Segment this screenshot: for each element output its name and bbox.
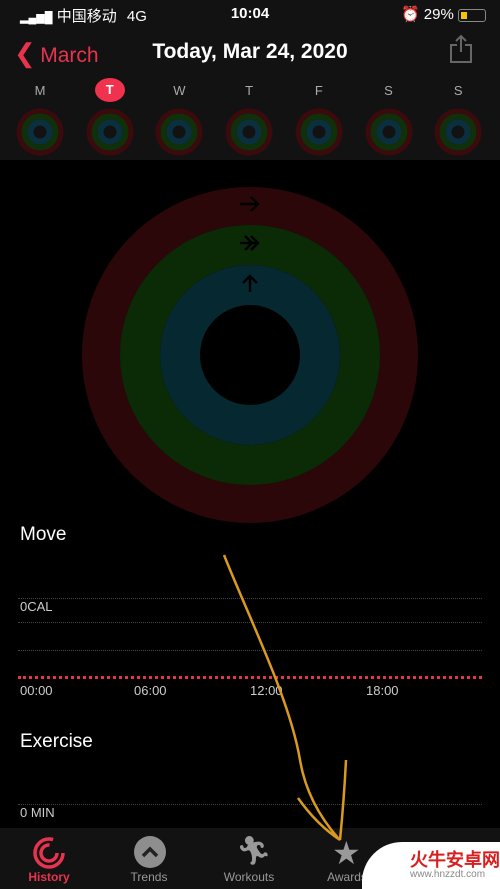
watermark-url: www.hnzzdt.com	[410, 869, 486, 880]
watermark-logo: 火牛安卓网 www.hnzzdt.com	[362, 842, 500, 889]
annotation-arrow	[222, 554, 348, 842]
